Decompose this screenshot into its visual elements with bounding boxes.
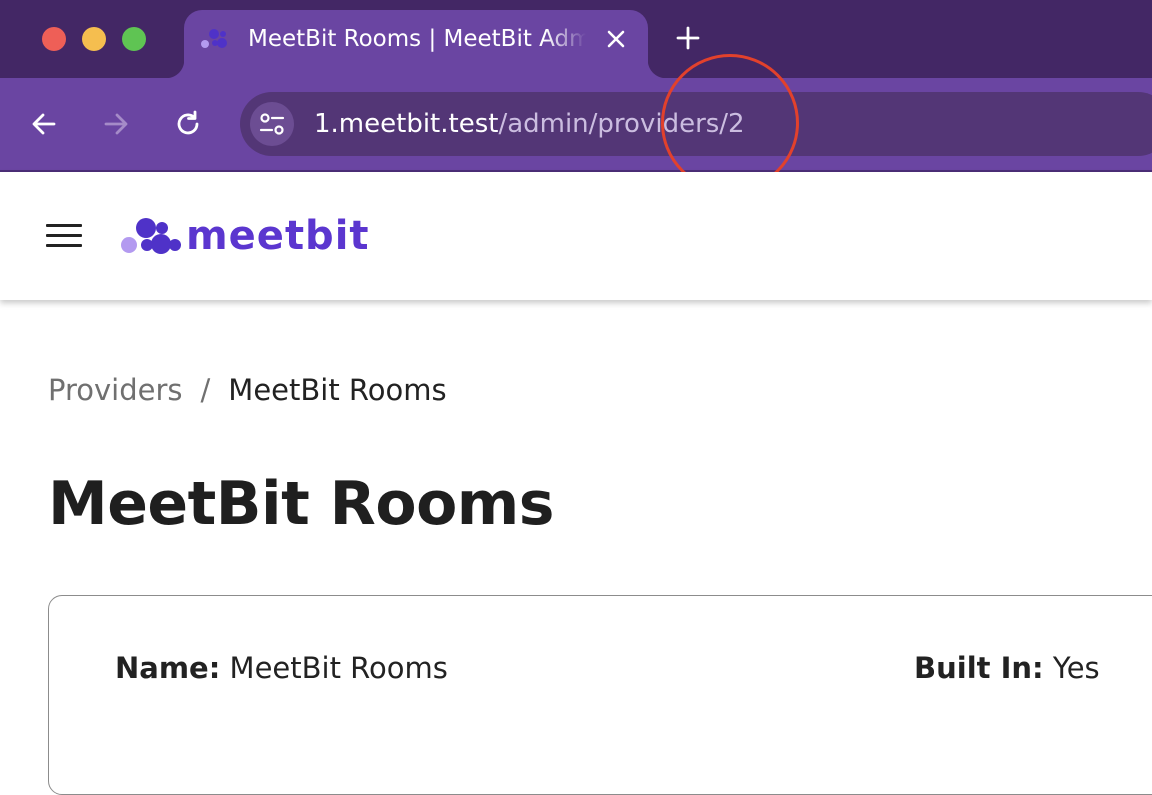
built-in-value: Yes [1052,651,1100,685]
url-text: 1.meetbit.test/admin/providers/2 [314,106,745,142]
close-window-button[interactable] [42,27,66,51]
browser-toolbar: 1.meetbit.test/admin/providers/2 [0,78,1152,170]
reload-icon[interactable] [170,106,206,142]
name-label: Name: [115,651,221,685]
breadcrumb-separator: / [200,373,211,407]
page-title: MeetBit Rooms [48,469,555,539]
tune-icon[interactable] [250,102,294,146]
meetbit-logo-icon [121,218,181,254]
maximize-window-button[interactable] [122,27,146,51]
breadcrumb-providers-link[interactable]: Providers [48,373,183,407]
close-icon[interactable] [604,27,628,51]
app-header: meetbit [0,172,1152,300]
built-in-label: Built In: [914,651,1044,685]
tab-title: MeetBit Rooms | MeetBit Admin [248,26,586,52]
back-arrow-icon[interactable] [26,106,62,142]
browser-tab-strip: MeetBit Rooms | MeetBit Admin [0,0,1152,78]
brand-logo[interactable]: meetbit [120,214,370,258]
brand-name: meetbit [186,213,370,259]
hamburger-menu-icon[interactable] [46,222,82,250]
breadcrumb-current: MeetBit Rooms [228,373,447,407]
url-host: 1.meetbit.test [314,109,499,139]
name-value: MeetBit Rooms [229,651,448,685]
built-in-field: Built In: Yes [914,648,1100,688]
address-bar[interactable]: 1.meetbit.test/admin/providers/2 [240,92,1152,156]
minimize-window-button[interactable] [82,27,106,51]
url-path: /admin/providers/2 [498,109,745,139]
breadcrumb: Providers / MeetBit Rooms [48,370,447,410]
browser-tab-active[interactable]: MeetBit Rooms | MeetBit Admin [166,10,666,78]
forward-arrow-icon[interactable] [98,106,134,142]
provider-details-card: Name: MeetBit Rooms Built In: Yes [48,595,1152,795]
name-field: Name: MeetBit Rooms [115,648,448,688]
favicon-icon [201,29,227,48]
plus-icon[interactable] [672,22,704,54]
